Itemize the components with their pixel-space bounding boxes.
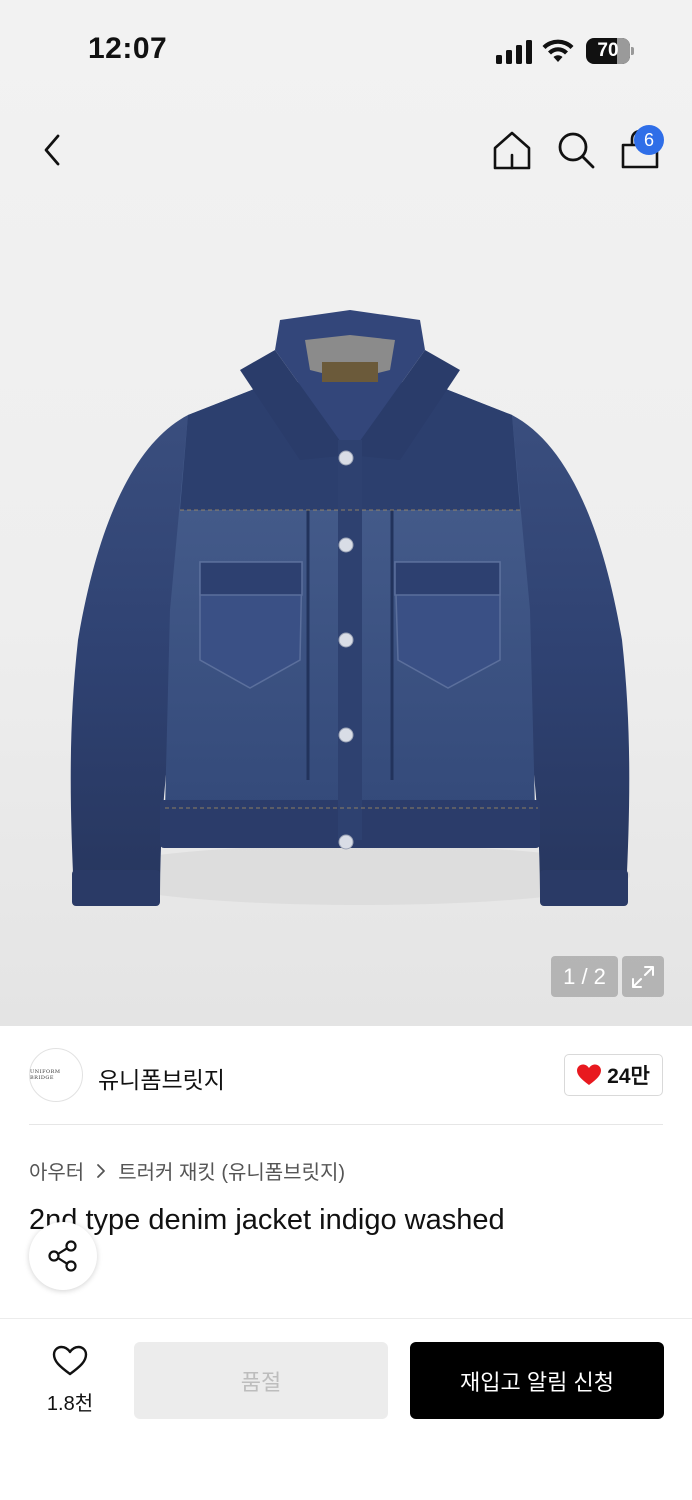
search-icon <box>558 132 595 169</box>
battery-level: 70 <box>597 40 619 61</box>
wifi-icon <box>542 39 574 62</box>
chevron-right-icon <box>97 1163 106 1178</box>
breadcrumb-category[interactable]: 아우터 <box>29 1156 84 1185</box>
divider <box>29 1124 663 1125</box>
status-time: 12:07 <box>88 32 168 65</box>
brand-name[interactable]: 유니폼브릿지 <box>98 1061 225 1095</box>
home-button[interactable] <box>490 128 534 172</box>
share-icon <box>48 1240 77 1272</box>
product-image-gallery[interactable]: 12:07 70 6 1 / 2 <box>0 0 692 1026</box>
bottom-action-bar: 1.8천 품절 재입고 알림 신청 <box>0 1318 692 1500</box>
breadcrumb-subcategory[interactable]: 트러커 재킷 (유니폼브릿지) <box>118 1156 345 1185</box>
battery-icon: 70 <box>586 38 634 64</box>
expand-image-button[interactable] <box>622 956 664 997</box>
back-arrow-icon <box>44 134 60 166</box>
breadcrumb: 아우터 트러커 재킷 (유니폼브릿지) <box>29 1156 345 1185</box>
share-button[interactable] <box>29 1222 97 1290</box>
cart-count-badge: 6 <box>634 125 664 155</box>
brand-logo[interactable]: UNIFORM BRIDGE <box>29 1048 83 1102</box>
denim-jacket-image <box>70 310 630 906</box>
heart-filled-icon <box>577 1064 602 1085</box>
brand-like-count: 24만 <box>607 1065 650 1088</box>
search-button[interactable] <box>554 128 598 172</box>
home-icon <box>493 131 531 170</box>
soldout-button: 품절 <box>134 1342 388 1419</box>
brand-logo-text: UNIFORM BRIDGE <box>30 1069 61 1081</box>
heart-outline-icon <box>52 1345 88 1376</box>
wishlist-count: 1.8천 <box>46 1393 94 1415</box>
cellular-signal-icon <box>496 40 532 64</box>
brand-like-button[interactable]: 24만 <box>564 1054 663 1096</box>
product-title: 2nd type denim jacket indigo washed <box>29 1204 505 1236</box>
image-counter: 1 / 2 <box>551 956 618 997</box>
restock-alert-button[interactable]: 재입고 알림 신청 <box>410 1342 664 1419</box>
status-bar: 12:07 70 <box>0 0 692 100</box>
back-button[interactable] <box>32 128 72 172</box>
wishlist-button[interactable]: 1.8천 <box>40 1345 100 1415</box>
expand-icon <box>632 965 654 988</box>
